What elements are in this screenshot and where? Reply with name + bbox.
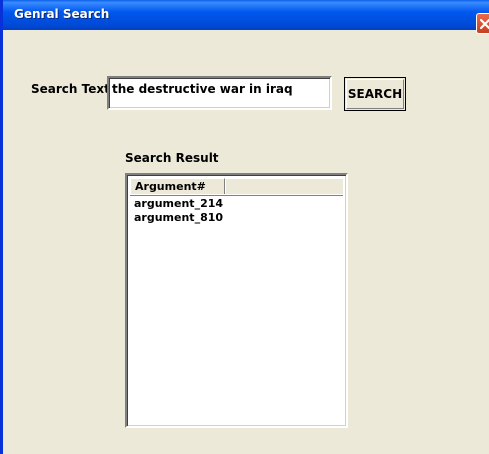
search-button[interactable]: SEARCH bbox=[344, 77, 406, 111]
result-rows: argument_214 argument_810 bbox=[134, 197, 223, 225]
search-button-label: SEARCH bbox=[347, 87, 403, 101]
column-header-filler bbox=[225, 178, 343, 194]
column-header-argument[interactable]: Argument# bbox=[130, 178, 225, 194]
title-bar[interactable]: Genral Search bbox=[3, 0, 489, 34]
search-result-heading: Search Result bbox=[125, 151, 219, 165]
close-button[interactable] bbox=[476, 13, 489, 34]
general-search-window: Genral Search Search Text the destructiv… bbox=[0, 0, 489, 454]
list-item[interactable]: argument_214 bbox=[134, 197, 223, 211]
search-result-list[interactable]: Argument# argument_214 argument_810 bbox=[125, 173, 348, 428]
search-text-label: Search Text bbox=[31, 82, 110, 96]
window-title: Genral Search bbox=[14, 7, 110, 21]
list-header: Argument# bbox=[130, 178, 343, 196]
search-input[interactable]: the destructive war in iraq bbox=[107, 76, 332, 110]
list-item[interactable]: argument_810 bbox=[134, 211, 223, 225]
